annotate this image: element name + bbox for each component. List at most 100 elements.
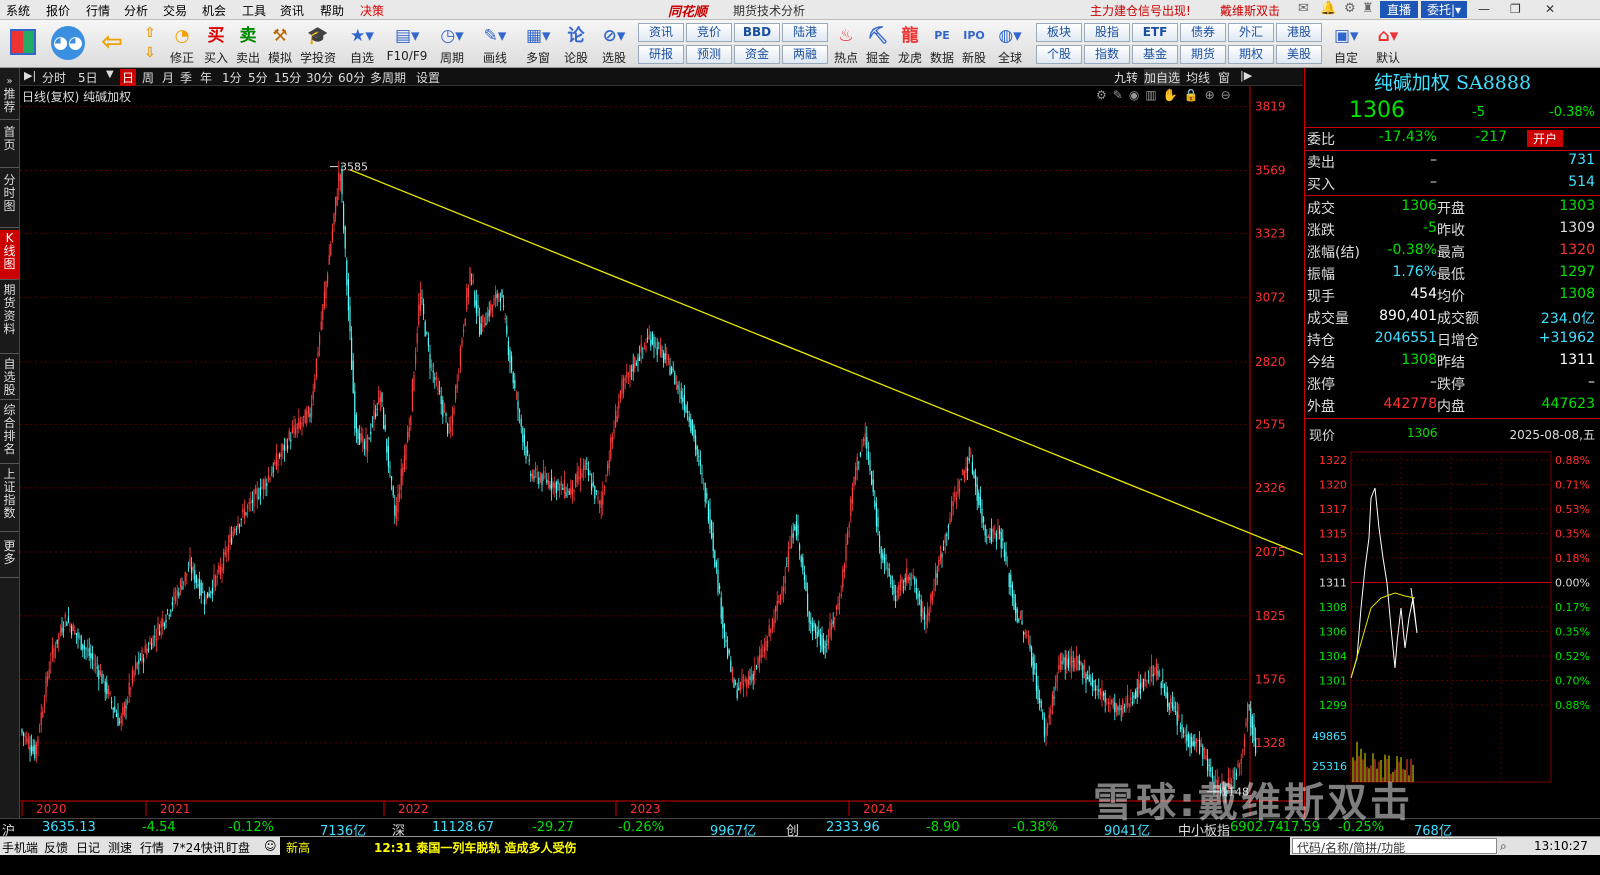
toolbar-simulate[interactable]: ⚒ 模拟 [264, 22, 296, 66]
btn-futures[interactable]: 期货 [1180, 45, 1226, 64]
tab-recommend[interactable]: » 推荐 [0, 72, 19, 120]
settings-icon[interactable]: ⚙ [1344, 1, 1356, 16]
shirt-icon[interactable]: ♜ [1362, 1, 1374, 16]
toolbar-default[interactable]: ⌂▾ 默认 [1368, 22, 1408, 66]
ma-button[interactable]: 均线 [1186, 69, 1210, 86]
period-year[interactable]: 年 [200, 69, 212, 86]
status-mobile[interactable]: 手机端 [2, 839, 38, 856]
status-feedback[interactable]: 反馈 [44, 839, 68, 856]
toolbar-f10[interactable]: ▤▾ F10/F9 [384, 22, 430, 66]
btn-bbd[interactable]: BBD [734, 23, 780, 42]
btn-sector[interactable]: 板块 [1036, 23, 1082, 42]
status-news724[interactable]: 7*24快讯 [172, 839, 225, 856]
toolbar-buy[interactable]: 买买入 [200, 22, 232, 66]
live-button[interactable]: 直播 [1380, 1, 1418, 18]
menu-decision[interactable]: 决策 [360, 2, 384, 19]
toolbar-screener[interactable]: ⊘▾ 选股 [594, 22, 634, 66]
alert-text[interactable]: 主力建仓信号出现! [1090, 2, 1191, 19]
toolbar-forum[interactable]: 论论股 [560, 22, 592, 66]
period-settings[interactable]: 设置 [416, 69, 440, 86]
close-icon[interactable]: ✕ [1545, 2, 1555, 16]
menu-quote[interactable]: 报价 [46, 2, 70, 19]
period-intraday[interactable]: 分时 [42, 69, 66, 86]
toolbar-dragon[interactable]: 龍龙虎 [894, 22, 926, 66]
status-market[interactable]: 行情 [140, 839, 164, 856]
menu-market[interactable]: 行情 [86, 2, 110, 19]
window-button[interactable]: 窗 [1218, 69, 1230, 86]
toolbar-multiwindow[interactable]: ▦▾ 多窗 [518, 22, 558, 66]
tab-sh-index[interactable]: 上证指数 [0, 466, 19, 532]
minimize-icon[interactable]: — [1478, 2, 1490, 16]
period-5day[interactable]: 5日 [78, 69, 98, 86]
toolbar-data[interactable]: PE 数据 [926, 22, 958, 66]
kline-chart-area[interactable]: 日线(复权) 纯碱加权 ⚙✎◉▥✋🔒⊕⊖ 3819 3569 3323 3072 282… [20, 86, 1303, 816]
menu-system[interactable]: 系统 [6, 2, 30, 19]
period-60min[interactable]: 60分 [338, 69, 365, 86]
forward-icon[interactable]: |▶ [1240, 69, 1252, 82]
period-month[interactable]: 月 [162, 69, 174, 86]
back-button[interactable]: ⇦ [95, 22, 129, 66]
menu-trade[interactable]: 交易 [163, 2, 187, 19]
btn-index[interactable]: 指数 [1084, 45, 1130, 64]
btn-hk-connect[interactable]: 陆港 [782, 23, 828, 42]
btn-fund[interactable]: 基金 [1132, 45, 1178, 64]
mail-icon[interactable]: ✉ [1298, 1, 1309, 16]
toolbar-custom[interactable]: ▣▾ 自定 [1326, 22, 1366, 66]
delegate-button[interactable]: 委托|▾ [1421, 1, 1467, 18]
period-1min[interactable]: 1分 [222, 69, 242, 86]
tab-ranking[interactable]: 综合排名 [0, 402, 19, 464]
toolbar-draw[interactable]: ✎▾ 画线 [476, 22, 514, 66]
btn-funds[interactable]: 资金 [734, 45, 780, 64]
status-watch[interactable]: 盯盘 [226, 839, 250, 856]
tab-home[interactable]: 首页 [0, 124, 19, 168]
btn-etf[interactable]: ETF [1132, 23, 1178, 42]
nine-turn-button[interactable]: 九转 [1114, 69, 1138, 86]
restore-icon[interactable]: ❐ [1510, 2, 1521, 16]
period-5min[interactable]: 5分 [248, 69, 268, 86]
status-speed[interactable]: 测速 [108, 839, 132, 856]
menu-tools[interactable]: 工具 [242, 2, 266, 19]
period-30min[interactable]: 30分 [306, 69, 333, 86]
search-icon[interactable]: ⌕ [1500, 839, 1507, 854]
menu-analysis[interactable]: 分析 [124, 2, 148, 19]
period-quarter[interactable]: 季 [180, 69, 192, 86]
search-input[interactable]: 代码/名称/简拼/功能 [1292, 838, 1497, 855]
period-15min[interactable]: 15分 [274, 69, 301, 86]
toolbar-dig[interactable]: ⛏ 掘金 [862, 22, 894, 66]
page-up-button[interactable]: ⇧ ⇩ [140, 22, 160, 66]
toolbar-global[interactable]: ◍▾ 全球 [990, 22, 1030, 66]
toolbar-ipo[interactable]: IPO 新股 [958, 22, 990, 66]
tab-kline[interactable]: K线图 [0, 230, 19, 280]
toolbar-watchlist[interactable]: ★▾ 自选 [342, 22, 382, 66]
btn-hk-stock[interactable]: 港股 [1276, 23, 1322, 42]
toolbar-fix[interactable]: ◔ 修正 [166, 22, 198, 66]
toolbar-hotspot[interactable]: ♨ 热点 [830, 22, 862, 66]
menu-opportunity[interactable]: 机会 [202, 2, 226, 19]
play-icon[interactable]: ▶| [24, 69, 36, 82]
btn-bond[interactable]: 债券 [1180, 23, 1226, 42]
btn-forex[interactable]: 外汇 [1228, 23, 1274, 42]
period-week[interactable]: 周 [142, 69, 154, 86]
open-account-button[interactable]: 开户 [1527, 130, 1564, 147]
btn-stock[interactable]: 个股 [1036, 45, 1082, 64]
toolbar-learn[interactable]: 🎓 学投资 [298, 22, 338, 66]
btn-research[interactable]: 研报 [638, 45, 684, 64]
tab-watchlist[interactable]: 自选股 [0, 356, 19, 400]
btn-index-futures[interactable]: 股指 [1084, 23, 1130, 42]
toolbar-period[interactable]: ◷▾ 周期 [432, 22, 472, 66]
tab-more[interactable]: 更多 [0, 538, 19, 578]
period-day[interactable]: 日 [120, 69, 137, 86]
btn-us-stock[interactable]: 美股 [1276, 45, 1322, 64]
news-ticker[interactable]: 新高 12:31 泰国一列车脱轨 造成多人受伤 [280, 837, 1290, 855]
tab-futures-info[interactable]: 期货资料 [0, 282, 19, 354]
bell-icon[interactable]: 🔔 [1320, 1, 1336, 16]
btn-auction[interactable]: 竞价 [686, 23, 732, 42]
btn-forecast[interactable]: 预测 [686, 45, 732, 64]
intraday-mini-chart[interactable]: 1322 0.88% 1320 0.71% 1317 0.53% 1315 0.35% 1313… [1305, 448, 1600, 798]
btn-options[interactable]: 期权 [1228, 45, 1274, 64]
message-icon[interactable]: ☺ [264, 839, 277, 853]
menu-help[interactable]: 帮助 [320, 2, 344, 19]
dropdown-icon[interactable]: ▼ [106, 69, 114, 80]
period-multi[interactable]: 多周期 [370, 69, 406, 86]
btn-news[interactable]: 资讯 [638, 23, 684, 42]
